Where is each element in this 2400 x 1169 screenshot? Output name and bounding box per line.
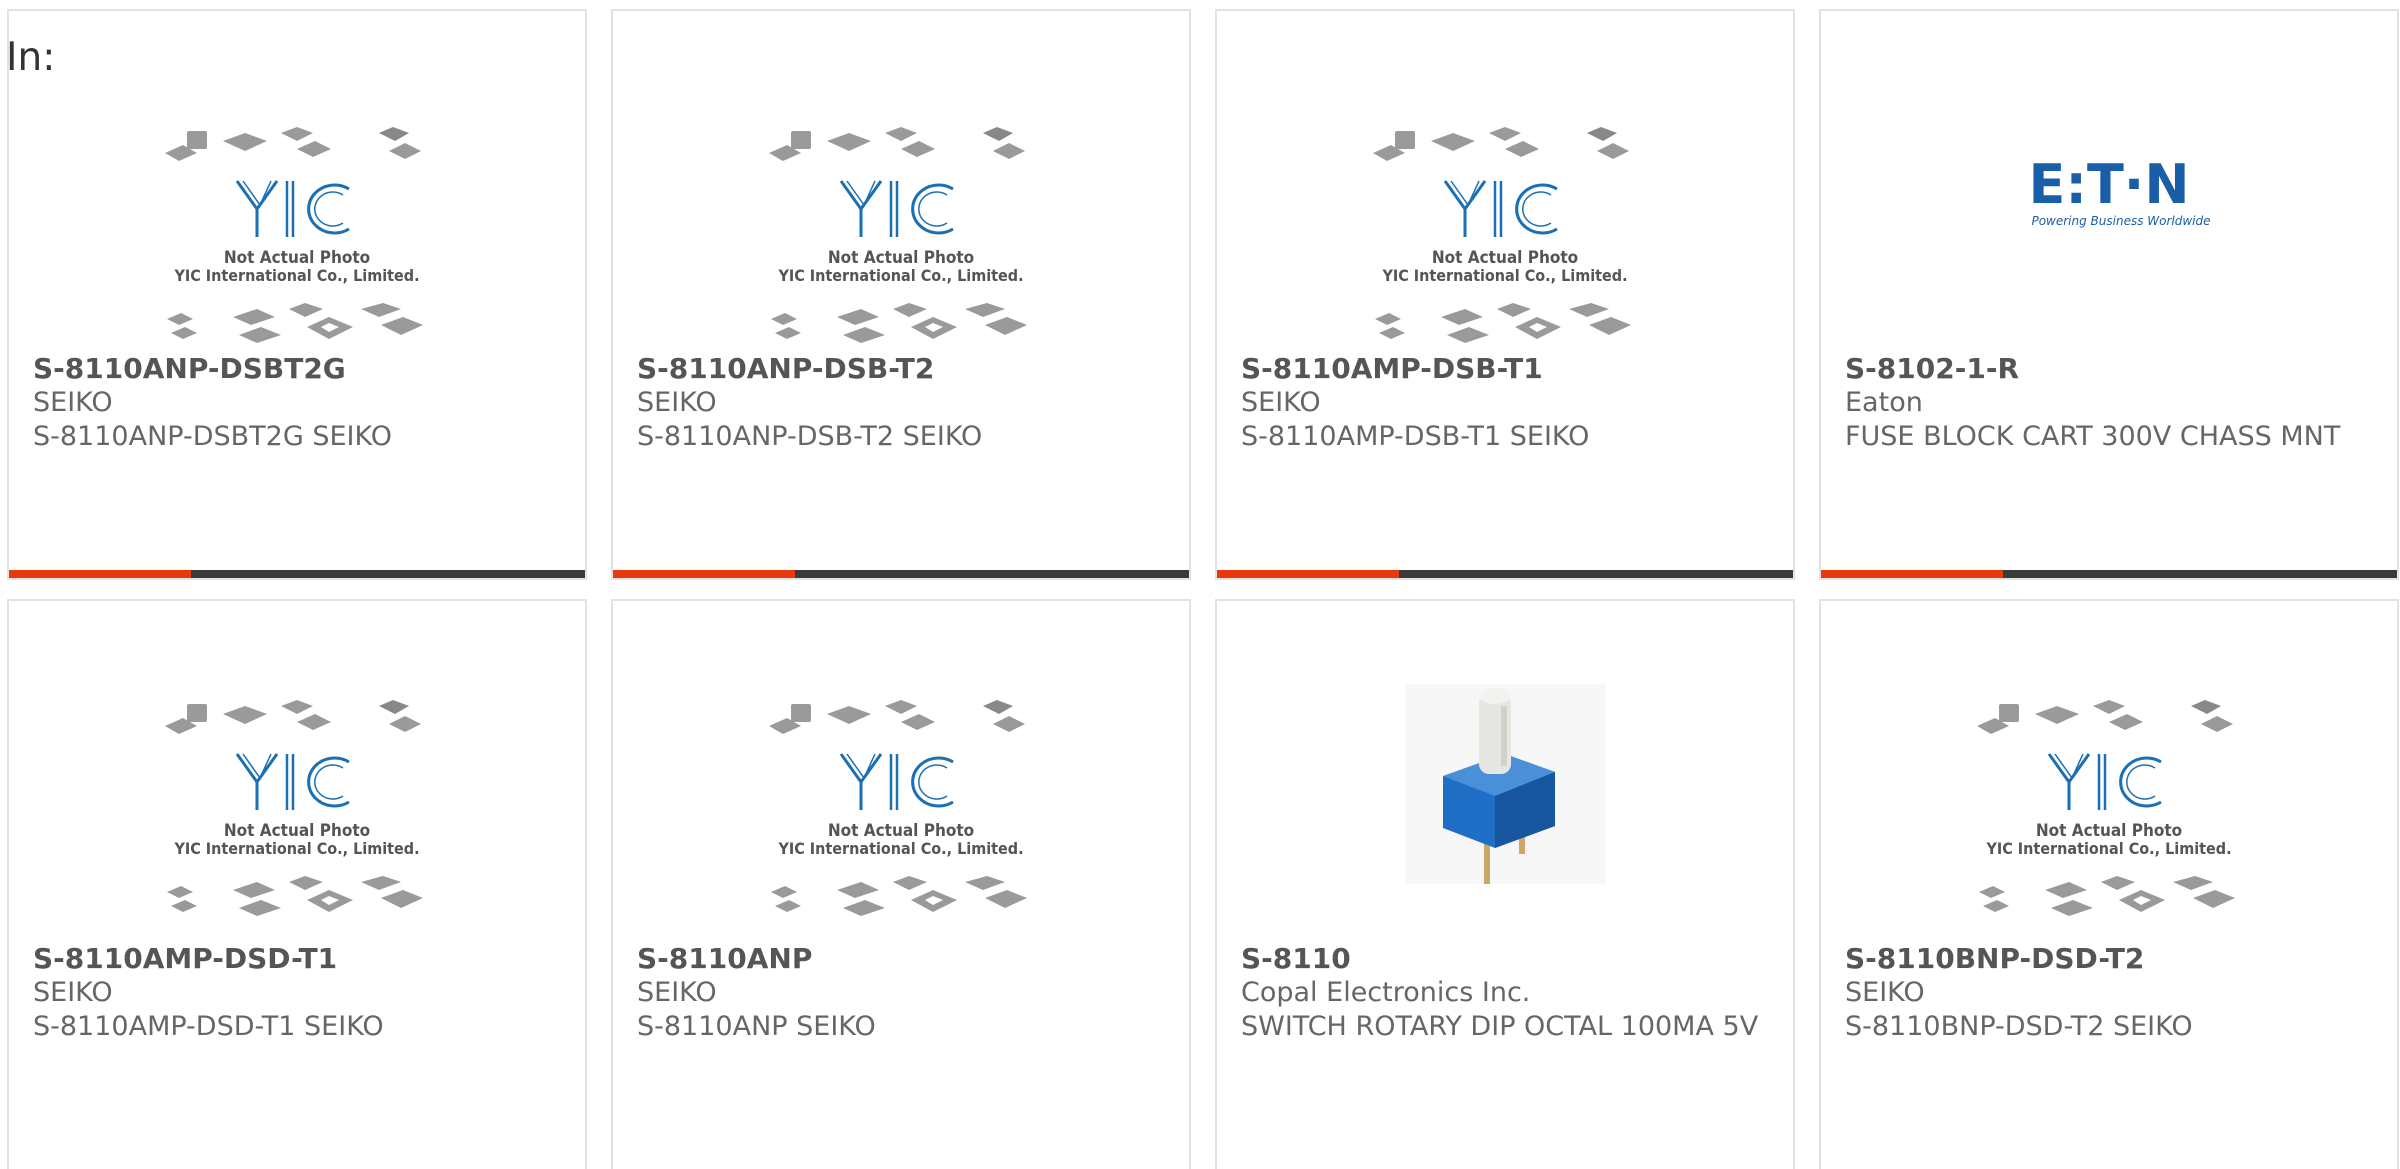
card-footer-bar (9, 570, 585, 578)
description: FUSE BLOCK CART 300V CHASS MNT (1845, 421, 2341, 452)
rotary-dip-switch-icon (1405, 684, 1605, 884)
yic-placeholder-icon (767, 125, 1029, 345)
manufacturer: Copal Electronics Inc. (1241, 977, 1531, 1008)
part-number[interactable]: S-8110BNP-DSD-T2 (1845, 942, 2377, 976)
description: S-8110ANP-DSB-T2 SEIKO (637, 421, 983, 452)
card-footer-bar (1217, 570, 1793, 578)
description: SWITCH ROTARY DIP OCTAL 100MA 5V (1241, 1011, 1759, 1042)
part-number[interactable]: S-8110ANP (637, 942, 1169, 976)
product-card[interactable]: S-8110ANP-DSB-T2 SEIKO S-8110ANP-DSB-T2 … (611, 9, 1191, 580)
part-number[interactable]: S-8110 (1241, 942, 1773, 976)
description: S-8110ANP-DSBT2G SEIKO (33, 421, 392, 452)
product-card[interactable]: S-8110AMP-DSB-T1 SEIKO S-8110AMP-DSB-T1 … (1215, 9, 1795, 580)
manufacturer: SEIKO (33, 977, 113, 1008)
manufacturer: SEIKO (637, 977, 717, 1008)
part-number[interactable]: S-8102-1-R (1845, 352, 2377, 386)
part-number[interactable]: S-8110ANP-DSB-T2 (637, 352, 1169, 386)
description: S-8110BNP-DSD-T2 SEIKO (1845, 1011, 2193, 1042)
card-footer-bar (613, 570, 1189, 578)
yic-placeholder-icon (1371, 125, 1633, 345)
product-card[interactable]: S-8110 Copal Electronics Inc. SWITCH ROT… (1215, 599, 1795, 1169)
manufacturer: SEIKO (1241, 387, 1321, 418)
description: S-8110AMP-DSB-T1 SEIKO (1241, 421, 1590, 452)
product-card[interactable]: E:T·N Powering Business Worldwide S-8102… (1819, 9, 2399, 580)
eaton-logo-text: E:T·N (2028, 153, 2189, 216)
part-number[interactable]: S-8110ANP-DSBT2G (33, 352, 565, 386)
eaton-tagline: Powering Business Worldwide (2031, 214, 2210, 228)
part-number[interactable]: S-8110AMP-DSB-T1 (1241, 352, 1773, 386)
manufacturer: SEIKO (637, 387, 717, 418)
manufacturer: Eaton (1845, 387, 1923, 418)
part-number[interactable]: S-8110AMP-DSD-T1 (33, 942, 565, 976)
description: S-8110AMP-DSD-T1 SEIKO (33, 1011, 384, 1042)
product-card[interactable]: S-8110AMP-DSD-T1 SEIKO S-8110AMP-DSD-T1 … (7, 599, 587, 1169)
yic-placeholder-icon (1975, 698, 2237, 918)
product-card[interactable]: S-8110BNP-DSD-T2 SEIKO S-8110BNP-DSD-T2 … (1819, 599, 2399, 1169)
yic-placeholder-icon (163, 698, 425, 918)
description: S-8110ANP SEIKO (637, 1011, 876, 1042)
yic-placeholder-icon (767, 698, 1029, 918)
in-label: In: (6, 35, 56, 80)
product-card[interactable]: S-8110ANP SEIKO S-8110ANP SEIKO (611, 599, 1191, 1169)
eaton-logo-icon: E:T·N Powering Business Worldwide (2028, 153, 2210, 228)
manufacturer: SEIKO (1845, 977, 1925, 1008)
manufacturer: SEIKO (33, 387, 113, 418)
product-card[interactable]: S-8110ANP-DSBT2G SEIKO S-8110ANP-DSBT2G … (7, 9, 587, 580)
card-footer-bar (1821, 570, 2397, 578)
yic-placeholder-icon (163, 125, 425, 345)
